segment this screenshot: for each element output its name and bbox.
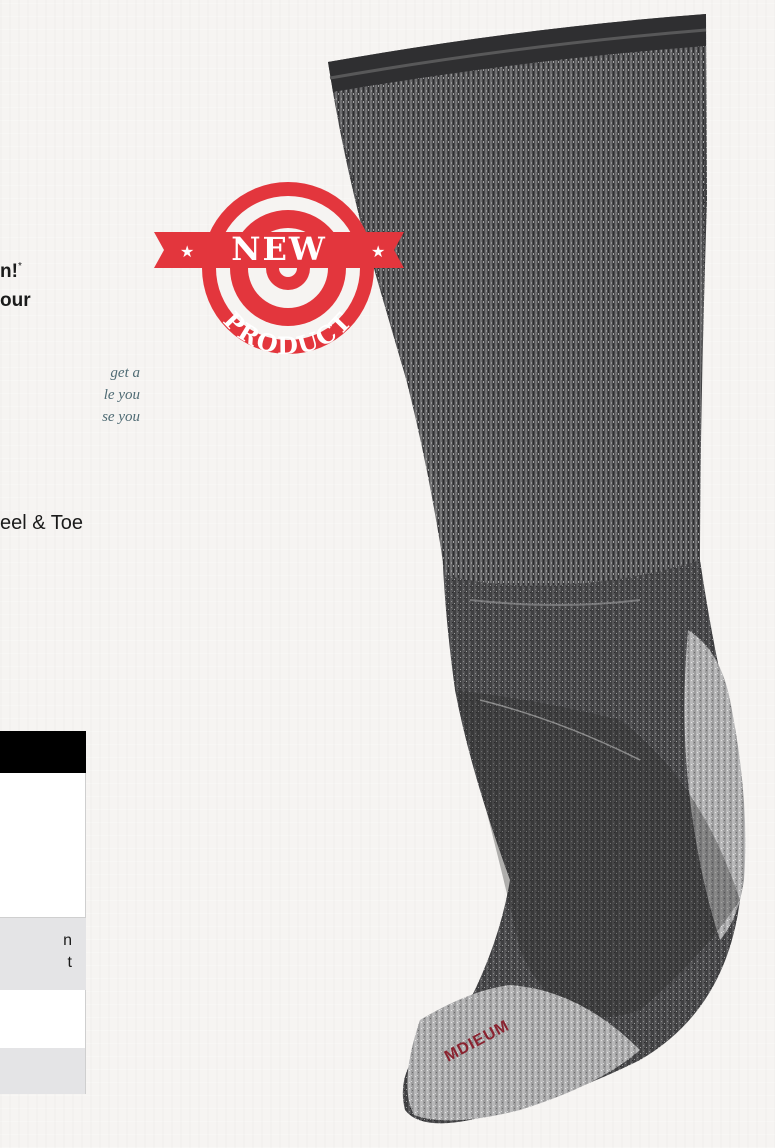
new-product-badge: ★ ★ NEW PRODUCT bbox=[154, 182, 404, 360]
badge-new-word: NEW bbox=[231, 230, 327, 268]
badge-star-left-icon: ★ bbox=[180, 242, 194, 261]
badge-star-right-icon: ★ bbox=[371, 242, 385, 261]
